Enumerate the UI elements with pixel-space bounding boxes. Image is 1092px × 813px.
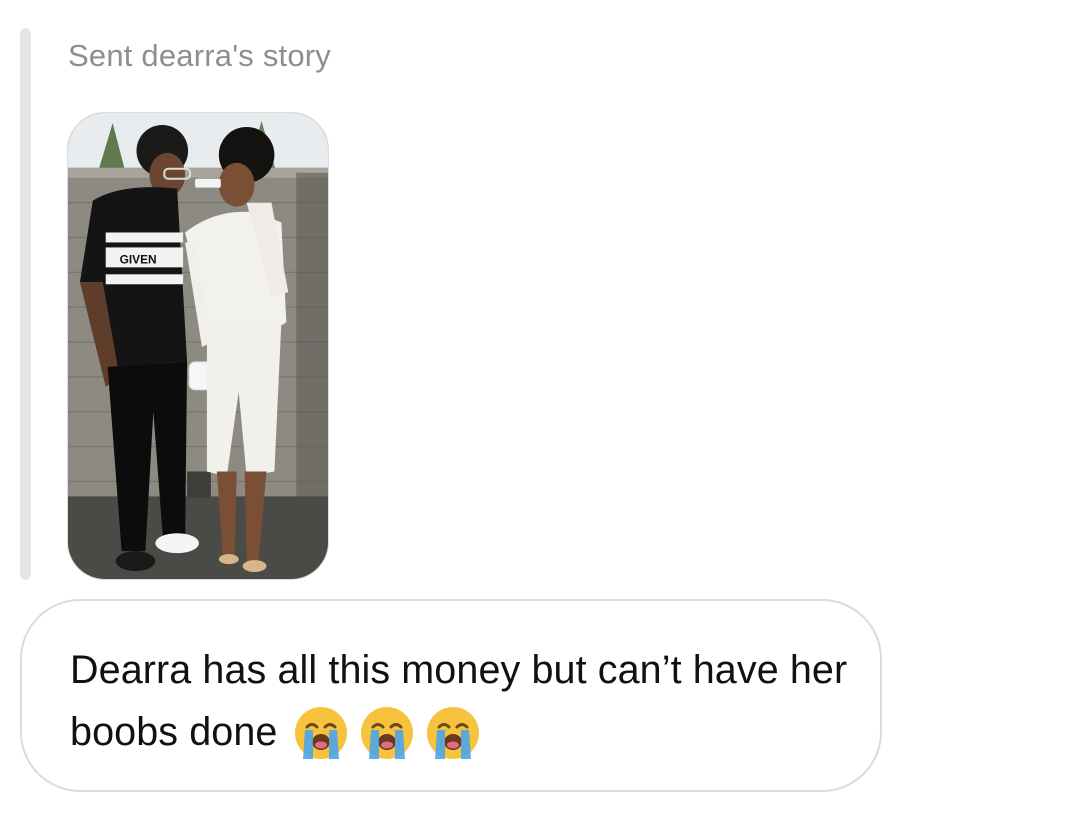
emoji-group [283, 704, 481, 766]
message-bubble[interactable]: Dearra has all this money but can’t have… [20, 599, 882, 792]
story-photo: GIVEN [68, 113, 328, 579]
loudly-crying-face-icon [425, 705, 481, 761]
message-text: Dearra has all this money but can’t have… [70, 639, 850, 766]
story-thumbnail[interactable]: GIVEN [67, 112, 329, 580]
reply-indicator-bar [20, 28, 31, 580]
shirt-logo-text: GIVEN [120, 252, 157, 266]
loudly-crying-face-icon [293, 705, 349, 761]
story-reply-label: Sent dearra's story [68, 38, 332, 73]
loudly-crying-face-icon [359, 705, 415, 761]
